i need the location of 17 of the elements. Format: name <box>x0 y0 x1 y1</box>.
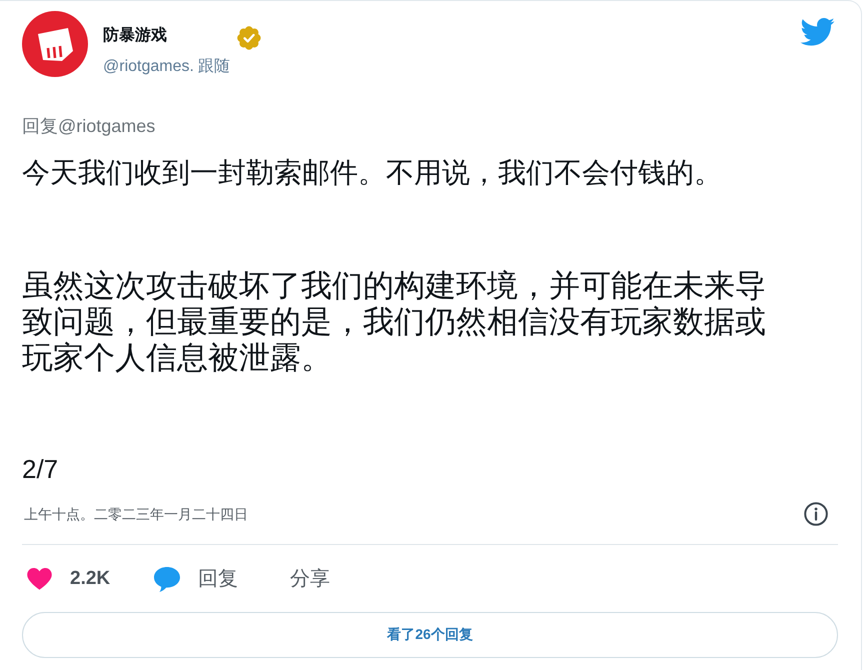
follow-link[interactable]: 跟随 <box>198 56 230 78</box>
heart-icon <box>27 568 52 590</box>
reply-to-text: 回复@riotgames <box>22 115 156 138</box>
reply-button[interactable]: 回复 <box>154 566 238 592</box>
account-name[interactable]: 防暴游戏 <box>103 25 167 47</box>
thread-position: 2/7 <box>22 453 60 485</box>
like-button[interactable]: 2.2K <box>27 566 110 592</box>
account-handle[interactable]: @riotgames. <box>103 56 194 78</box>
read-replies-button[interactable]: 看了26个回复 <box>22 612 838 658</box>
timestamp[interactable]: 上午十点。二零二三年一月二十四日 <box>24 504 248 524</box>
fist-avatar-icon[interactable] <box>22 11 88 77</box>
tweet-paragraph: 今天我们收到一封勒索邮件。不用说，我们不会付钱的。 <box>22 156 723 190</box>
info-icon[interactable] <box>804 502 828 526</box>
share-button[interactable]: 分享 <box>290 566 330 592</box>
tweet-paragraph: 虽然这次攻击破坏了我们的构建环境，并可能在未来导致问题，但最重要的是，我们仍然相信没有玩家数据或玩家个人信息被泄露。 <box>22 268 767 376</box>
speech-bubble-icon <box>154 566 180 592</box>
bird-logo-icon[interactable] <box>799 17 835 47</box>
